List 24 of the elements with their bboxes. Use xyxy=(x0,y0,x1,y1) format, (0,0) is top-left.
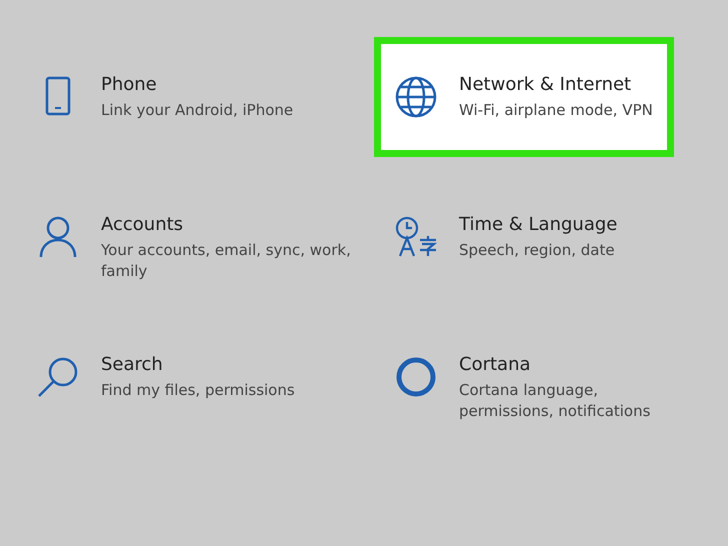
setting-description: Link your Android, iPhone xyxy=(101,100,294,121)
person-icon xyxy=(38,216,76,258)
setting-tile[interactable]: Time & Language Speech, region, date xyxy=(374,177,674,297)
setting-title: Search xyxy=(101,354,164,375)
globe-icon xyxy=(394,76,436,118)
ring-icon xyxy=(394,356,436,398)
clock-language-icon xyxy=(394,216,438,258)
highlighted-setting-tile[interactable]: Network & Internet Wi-Fi, airplane mode, VPN xyxy=(374,37,674,157)
setting-title: Phone xyxy=(101,74,158,95)
setting-tile[interactable]: Search Find my files, permissions xyxy=(16,317,374,437)
setting-tile[interactable]: Cortana Cortana language, permissions, notifications xyxy=(374,317,674,437)
setting-title: Time & Language xyxy=(459,214,618,235)
search-icon xyxy=(36,356,78,398)
setting-title: Cortana xyxy=(459,354,532,375)
setting-description: Speech, region, date xyxy=(459,240,616,261)
setting-description: Your accounts, email, sync, work, family xyxy=(101,240,352,282)
setting-tile[interactable]: Accounts Your accounts, email, sync, work, family xyxy=(16,177,374,297)
phone-icon xyxy=(44,76,70,116)
setting-title: Network & Internet xyxy=(459,74,632,95)
setting-description: Cortana language, permissions, notifications xyxy=(459,380,652,422)
setting-description: Wi-Fi, airplane mode, VPN xyxy=(459,100,653,121)
setting-description: Find my files, permissions xyxy=(101,380,295,401)
setting-tile[interactable]: Phone Link your Android, iPhone xyxy=(16,37,374,157)
setting-title: Accounts xyxy=(101,214,184,235)
